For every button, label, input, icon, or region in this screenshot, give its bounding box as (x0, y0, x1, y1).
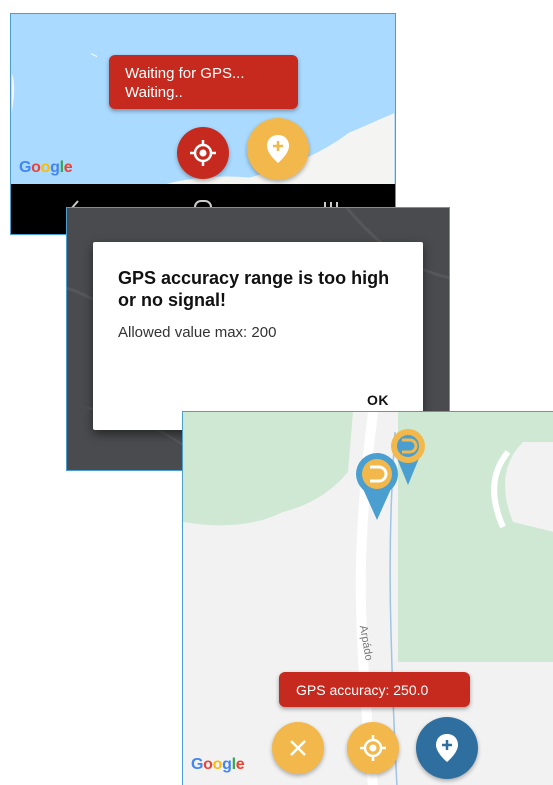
gps-waiting-toast: Waiting for GPS... Waiting.. (109, 55, 298, 109)
dialog-message: Allowed value max: 200 (118, 324, 277, 341)
google-logo: Google (19, 159, 73, 176)
dialog-title: GPS accuracy range is too high or no sig… (118, 268, 390, 310)
toast-line-1: Waiting for GPS... (125, 65, 245, 82)
dialog-ok-button[interactable]: OK (367, 392, 389, 408)
add-location-button[interactable] (247, 118, 309, 180)
crosshair-icon (190, 140, 216, 166)
gps-accuracy-toast: GPS accuracy: 250.0 (279, 672, 470, 707)
pin-orange[interactable] (388, 427, 428, 487)
locate-button[interactable] (347, 722, 399, 774)
locate-button[interactable] (177, 127, 229, 179)
map-screen-accuracy: Arpádo GPS accuracy: 250.0 Google (182, 411, 553, 785)
add-location-button[interactable] (416, 717, 478, 779)
add-location-icon (267, 135, 289, 163)
add-location-icon (436, 734, 458, 762)
crosshair-icon (360, 735, 386, 761)
google-logo: Google (191, 756, 245, 773)
gps-error-dialog: GPS accuracy range is too high or no sig… (93, 242, 423, 430)
cancel-button[interactable] (272, 722, 324, 774)
toast-line-2: Waiting.. (125, 84, 183, 101)
close-icon (290, 740, 306, 756)
map-screen-waiting: Waiting for GPS... Waiting.. Google (10, 13, 396, 235)
